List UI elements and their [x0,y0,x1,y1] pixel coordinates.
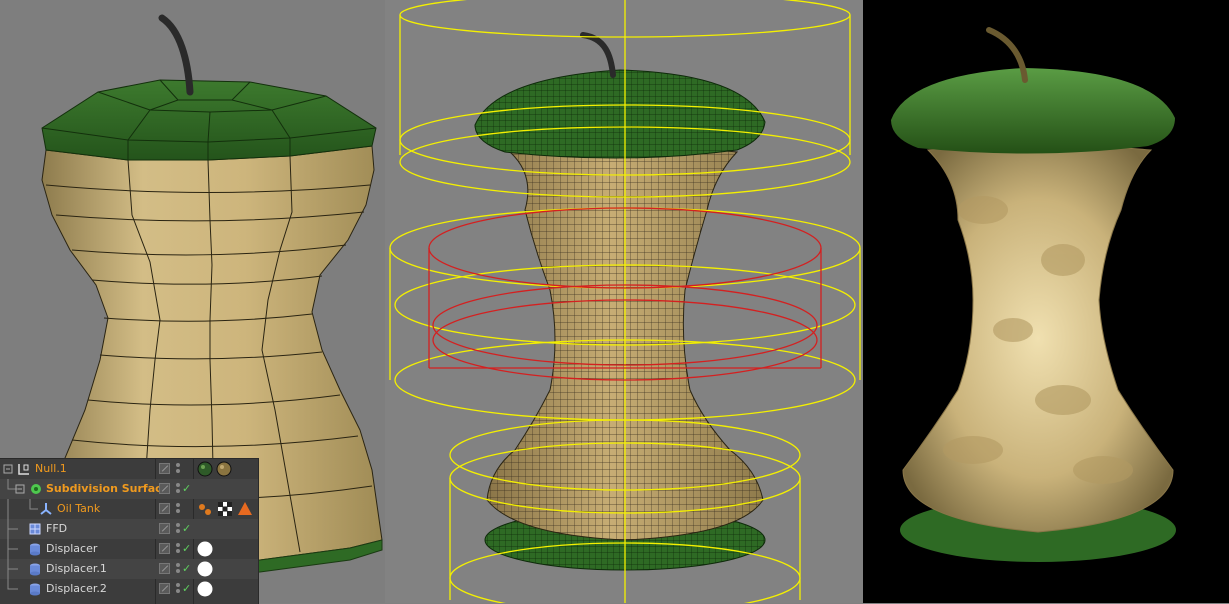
object-row-ffd[interactable]: FFD ✓ [0,519,258,539]
object-row-null[interactable]: Null.1 [0,459,258,479]
selection-tag[interactable] [237,501,253,517]
object-name[interactable]: Oil Tank [57,502,100,516]
rendered-core-canvas [891,27,1176,562]
object-row-subdivision-surface[interactable]: Subdivision Surface ✓ [0,479,258,499]
uvw-tag[interactable] [217,501,233,517]
null-icon [18,464,29,475]
object-row-displacer-2[interactable]: Displacer.2 ✓ [0,579,258,599]
visibility-toggle[interactable] [159,583,170,594]
editor-render-dots[interactable] [175,562,181,576]
object-name[interactable]: Displacer [46,542,97,556]
shader-tag[interactable] [197,561,213,577]
object-name[interactable]: Displacer.1 [46,562,107,576]
render-top-cap [891,68,1175,154]
editor-render-dots[interactable] [175,462,181,476]
visibility-toggle[interactable] [159,483,170,494]
editor-render-dots[interactable] [175,582,181,596]
enabled-checkmark[interactable]: ✓ [182,522,191,536]
subdivision-surface-icon [31,484,41,494]
stem-mid [580,32,616,78]
middle-viewport-subdivided[interactable] [385,0,863,603]
editor-render-dots[interactable] [175,522,181,536]
phong-tag[interactable] [197,501,213,517]
oil-tank-icon [40,503,52,515]
enabled-checkmark[interactable]: ✓ [182,542,191,556]
render-viewport [863,0,1229,603]
editor-render-dots[interactable] [175,482,181,496]
visibility-toggle[interactable] [159,563,170,574]
shader-tag[interactable] [197,541,213,557]
object-manager-panel: Null.1 Subdivision Surface ✓ Oil Tank FF… [0,458,259,604]
render-core-body [902,144,1174,533]
ffd-icon [29,523,41,535]
object-name[interactable]: Displacer.2 [46,582,107,596]
enabled-checkmark[interactable]: ✓ [182,482,191,496]
object-name[interactable]: Subdivision Surface [46,482,169,496]
visibility-toggle[interactable] [159,503,170,514]
object-row-oil-tank[interactable]: Oil Tank [0,499,258,519]
editor-render-dots[interactable] [175,502,181,516]
visibility-toggle[interactable] [159,463,170,474]
sphere-material-tag[interactable] [197,461,213,477]
displacer-icon [30,543,40,556]
displacer-icon [30,583,40,596]
enabled-checkmark[interactable]: ✓ [182,562,191,576]
object-name[interactable]: FFD [46,522,67,536]
subdivided-core-canvas [389,0,861,603]
texture-material-tag[interactable] [216,461,232,477]
enabled-checkmark[interactable]: ✓ [182,582,191,596]
object-row-displacer-1[interactable]: Displacer.1 ✓ [0,559,258,579]
object-row-displacer[interactable]: Displacer ✓ [0,539,258,559]
displacer-cages-yellow [389,0,861,603]
visibility-toggle[interactable] [159,543,170,554]
editor-render-dots[interactable] [175,542,181,556]
collapse-toggle-icon[interactable] [2,462,16,476]
displacer-icon [30,563,40,576]
collapse-toggle-icon[interactable] [14,482,28,496]
object-name[interactable]: Null.1 [35,462,67,476]
visibility-toggle[interactable] [159,523,170,534]
shader-tag[interactable] [197,581,213,597]
